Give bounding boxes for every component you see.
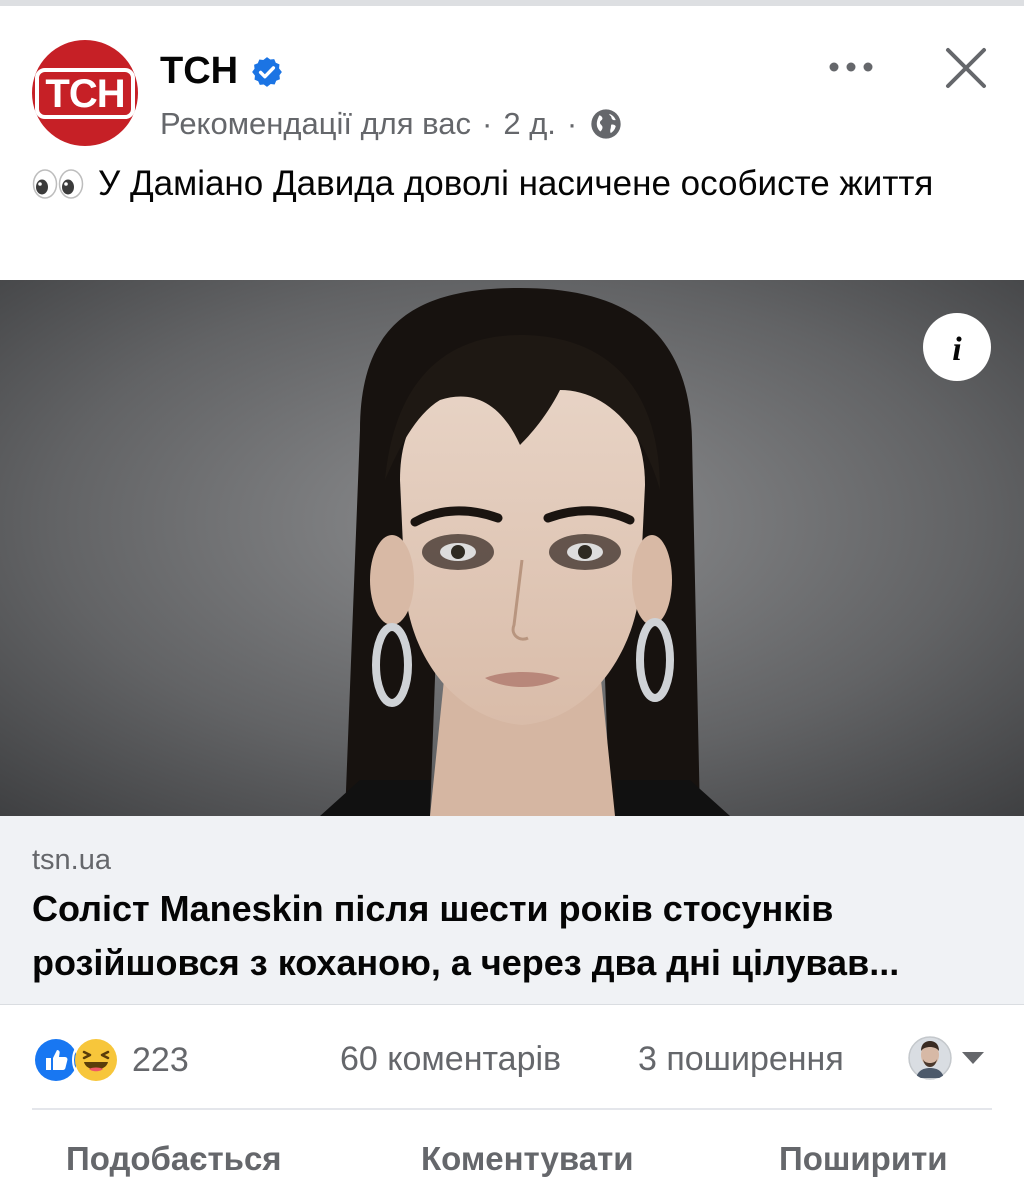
post-body-text: У Даміано Давида доволі насичене особист… <box>98 164 934 203</box>
recommendation-label: Рекомендації для вас <box>160 106 472 141</box>
post-meta: Рекомендації для вас · 2 д. · <box>160 106 622 142</box>
viewer-avatar[interactable] <box>908 1036 952 1080</box>
haha-reaction-icon <box>72 1036 120 1084</box>
eyes-emoji-icon <box>32 169 84 199</box>
post-text: У Даміано Давида доволі насичене особист… <box>32 160 982 208</box>
comment-button[interactable]: Коментувати <box>421 1140 634 1178</box>
share-button[interactable]: Поширити <box>779 1140 948 1178</box>
like-button[interactable]: Подобається <box>66 1140 282 1178</box>
close-icon[interactable] <box>944 46 988 90</box>
shares-count[interactable]: 3 поширення <box>638 1040 844 1079</box>
verified-badge-icon <box>252 56 282 87</box>
reactions-count: 223 <box>132 1040 189 1079</box>
svg-text:i: i <box>952 331 962 368</box>
link-domain: tsn.ua <box>32 844 111 876</box>
portrait-image <box>0 280 1024 816</box>
more-options-icon[interactable] <box>826 50 876 84</box>
info-icon[interactable]: i <box>922 312 992 382</box>
link-preview[interactable]: tsn.ua Соліст Maneskin після шести років… <box>0 816 1024 1005</box>
post-stats: 223 60 коментарів 3 поширення <box>0 1020 1024 1100</box>
meta-separator: · <box>566 106 578 141</box>
reactions-summary[interactable]: 223 <box>32 1036 189 1084</box>
post-header: ТСН ТСН Рекомендації для вас · 2 д. · <box>0 6 1024 156</box>
post-actions: Подобається Коментувати Поширити <box>0 1130 1024 1200</box>
page-logo: ТСН <box>35 67 135 119</box>
link-headline: Соліст Maneskin після шести років стосун… <box>32 888 900 983</box>
page-name[interactable]: ТСН <box>160 50 238 93</box>
page-name-row: ТСН <box>160 50 284 93</box>
post-time[interactable]: 2 д. <box>503 106 556 142</box>
chevron-down-icon[interactable] <box>960 1050 986 1066</box>
comments-count[interactable]: 60 коментарів <box>340 1040 561 1079</box>
actions-divider <box>32 1108 992 1110</box>
page-avatar[interactable]: ТСН <box>32 40 138 146</box>
meta-separator: · <box>482 106 493 141</box>
post-photo[interactable] <box>0 280 1024 816</box>
globe-icon <box>591 109 621 139</box>
